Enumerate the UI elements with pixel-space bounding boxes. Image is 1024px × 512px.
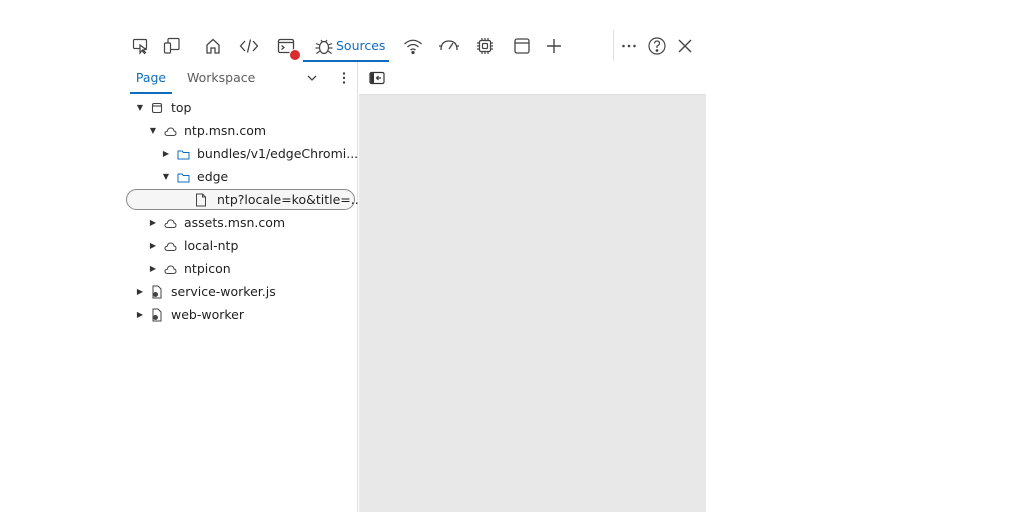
tree-item-ntpicon[interactable]: ▶ ntpicon (125, 258, 357, 280)
worker-file-icon (150, 285, 164, 299)
bug-icon (313, 35, 335, 57)
collapsed-triangle-icon[interactable]: ▶ (148, 258, 158, 280)
cloud-icon (163, 216, 177, 230)
collapsed-triangle-icon[interactable]: ▶ (135, 281, 145, 303)
performance-gauge-icon[interactable] (438, 35, 460, 57)
tree-item-ntp-msn[interactable]: ▼ ntp.msn.com (125, 120, 357, 142)
collapsed-triangle-icon[interactable]: ▶ (148, 235, 158, 257)
toolbar-separator (613, 30, 614, 61)
tree-item-top[interactable]: ▼ top (125, 97, 357, 119)
cloud-icon (163, 239, 177, 253)
file-icon (194, 193, 208, 207)
editor-pane (359, 95, 706, 512)
tree-item-ntp-file[interactable]: ntp?locale=ko&title=... (126, 189, 363, 210)
home-icon[interactable] (202, 35, 224, 57)
tree-item-edge[interactable]: ▼ edge (125, 166, 357, 188)
chevron-down-icon[interactable] (302, 68, 322, 88)
show-navigator-icon[interactable] (367, 68, 387, 88)
memory-chip-icon[interactable] (474, 35, 496, 57)
expanded-triangle-icon[interactable]: ▼ (148, 120, 158, 142)
collapsed-triangle-icon[interactable]: ▶ (135, 304, 145, 326)
editor-toolbar (359, 62, 706, 95)
cloud-icon (163, 124, 177, 138)
application-window-icon[interactable] (511, 35, 533, 57)
expanded-triangle-icon[interactable]: ▼ (135, 97, 145, 119)
tree-item-bundles[interactable]: ▶ bundles/v1/edgeChromi... (125, 143, 358, 165)
tab-workspace[interactable]: Workspace (187, 62, 255, 94)
tab-page[interactable]: Page (130, 62, 172, 94)
sources-navigator: Page Workspace ▼ top ▼ ntp.msn.com ▶ bun… (125, 62, 363, 512)
worker-file-icon (150, 308, 164, 322)
cloud-icon (163, 262, 177, 276)
tab-sources-label: Sources (336, 38, 386, 53)
network-wifi-icon[interactable] (402, 35, 424, 57)
tree-item-web-worker[interactable]: ▶ web-worker (125, 304, 357, 326)
devtools-toolbar: Sources (125, 29, 706, 62)
folder-icon (176, 170, 190, 184)
console-error-badge (289, 49, 301, 61)
close-icon[interactable] (674, 35, 696, 57)
inspect-element-icon[interactable] (130, 35, 152, 57)
tab-sources[interactable]: Sources (303, 29, 389, 62)
device-emulation-icon[interactable] (161, 35, 183, 57)
tree-item-service-worker[interactable]: ▶ service-worker.js (125, 281, 357, 303)
frame-icon (150, 101, 164, 115)
plus-icon[interactable] (543, 35, 565, 57)
more-vertical-icon[interactable] (334, 68, 354, 88)
collapsed-triangle-icon[interactable]: ▶ (161, 143, 171, 165)
more-options-icon[interactable] (618, 35, 640, 57)
tree-item-local-ntp[interactable]: ▶ local-ntp (125, 235, 357, 257)
tree-item-assets[interactable]: ▶ assets.msn.com (125, 212, 357, 234)
help-icon[interactable] (646, 35, 668, 57)
navigator-tabs: Page Workspace (125, 62, 358, 94)
expanded-triangle-icon[interactable]: ▼ (161, 166, 171, 188)
collapsed-triangle-icon[interactable]: ▶ (148, 212, 158, 234)
elements-code-icon[interactable] (238, 35, 260, 57)
devtools-panel: Sources Page Workspace ▼ top ▼ ntp.msn.c… (122, 29, 706, 512)
folder-icon (176, 147, 190, 161)
